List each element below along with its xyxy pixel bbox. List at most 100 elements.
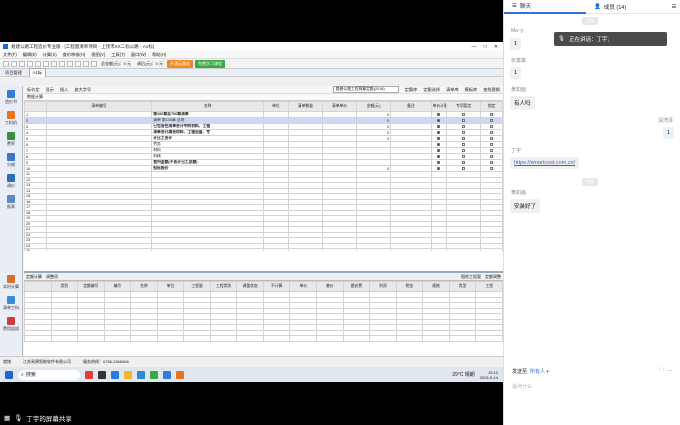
paste-icon[interactable] [67,60,73,67]
save-icon[interactable] [19,60,25,67]
quota-select-button[interactable]: 定额选择 [423,87,440,93]
empty-cell[interactable] [446,248,482,251]
header-code[interactable]: 清单编号 [45,101,153,112]
empty-cell[interactable] [262,248,289,251]
calc-checkbox[interactable] [437,136,441,140]
quota-cell[interactable] [395,335,424,342]
grid-icon[interactable]: ▦ [4,414,10,422]
lock-checkbox[interactable] [490,142,494,146]
calc-checkbox[interactable] [437,142,441,146]
quota-header[interactable]: 工程类别 [209,281,238,292]
quota-cell[interactable] [209,335,238,342]
nav-item-allocate[interactable]: 分摊 [7,153,15,168]
menu-tools[interactable]: 工具(T) [111,52,125,58]
nav-item-realtime-calc[interactable]: 实时计算 [3,275,19,290]
quota-cell[interactable] [289,335,318,342]
close-button[interactable]: ✕ [492,44,500,50]
calc-checkbox[interactable] [437,112,441,116]
empty-cell[interactable] [321,248,358,251]
calc-checkbox[interactable] [437,160,441,164]
copy-icon[interactable] [59,60,65,67]
quota-header[interactable]: 单位 [156,281,185,292]
send-to-select[interactable]: 所有人 ▾ [530,368,549,375]
quota-cell[interactable] [342,335,371,342]
quota-header[interactable]: 调整状态 [236,281,264,292]
empty-cell[interactable] [356,248,392,251]
chat-input[interactable]: 说点什么 [512,383,672,395]
lock-checkbox[interactable] [490,112,494,116]
quota-cell[interactable] [24,335,52,342]
taskbar-search[interactable]: ⌕ 搜索 [18,369,80,380]
empty-cell[interactable] [390,248,432,251]
quota-cell[interactable] [448,335,477,342]
clock[interactable]: 15:10 2024-5-14 [480,370,498,380]
special-checkbox[interactable] [462,112,466,116]
nav-item-fee-composition[interactable]: 费用组成 [3,317,19,332]
lock-checkbox[interactable] [490,124,494,128]
quota-row[interactable] [24,335,503,342]
quota-cell[interactable] [475,335,503,342]
open-icon[interactable] [11,60,17,67]
calc-checkbox[interactable] [437,154,441,158]
quota-cell[interactable] [422,335,450,342]
terminal-icon[interactable] [98,370,106,379]
menu-calc[interactable]: 计算(S) [43,52,57,58]
quota-header[interactable]: 工程量 [183,281,211,292]
quota-header[interactable]: 类型 [448,281,477,292]
tab-data-calc[interactable]: 数据计算 [27,94,43,100]
message-link[interactable]: https://smartcost.com.cn/ [510,157,580,169]
special-checkbox[interactable] [462,166,466,170]
calc-checkbox[interactable] [437,130,441,134]
special-checkbox[interactable] [462,154,466,158]
display-button[interactable]: 显示 [46,87,54,93]
redo-icon[interactable] [43,60,49,67]
special-checkbox[interactable] [462,148,466,152]
meeting-icon[interactable] [163,370,171,379]
header-price[interactable]: 清单单价 [321,101,358,112]
menu-audit[interactable]: 查价审核(H) [63,52,86,58]
folder-icon[interactable] [124,370,132,379]
template-library-button[interactable]: 模板库 [465,87,478,93]
start-icon[interactable] [5,370,13,379]
header-calc[interactable]: 单价计算 [430,101,448,112]
calc-icon[interactable] [75,60,81,67]
new-icon[interactable] [3,60,9,67]
quota-header[interactable]: 单价 [289,281,318,292]
quota-header[interactable]: 名称 [130,281,158,292]
menu-file[interactable]: 文件(F) [3,52,17,58]
lock-checkbox[interactable] [490,166,494,170]
nav-item-adjust[interactable]: 调价 [7,174,15,189]
quota-header[interactable]: 编号 [103,281,132,292]
lock-checkbox[interactable] [490,130,494,134]
quota-header[interactable]: 工程 [475,281,503,292]
wechat-icon[interactable] [150,370,158,379]
empty-cell[interactable] [287,248,323,251]
tab-a1[interactable]: A1标 [28,68,47,77]
nav-item-cost-book[interactable]: 造价书 [5,90,17,105]
bill-library-button[interactable]: 清单库 [446,87,459,93]
special-checkbox[interactable] [462,130,466,134]
zoom-icon[interactable] [83,60,89,67]
calc-checkbox[interactable] [437,124,441,128]
menu-help[interactable]: 帮助(H) [152,52,166,58]
quota-header[interactable]: 不计算 [262,281,291,292]
tab-chat[interactable]: ☰ 聊天 [504,0,586,14]
tab-quota-adjust[interactable]: 定额调整 [485,274,501,280]
quota-cell[interactable] [369,335,397,342]
quota-library-select[interactable]: 路基公路工程预算定额(2018) [332,86,399,93]
header-note[interactable]: 备注 [390,101,432,112]
special-checkbox[interactable] [462,124,466,128]
quota-cell[interactable] [316,335,344,342]
tab-members[interactable]: 👤 成员 (14) [586,3,668,11]
quota-cell[interactable] [130,335,158,342]
quota-header[interactable]: 税金 [395,281,424,292]
pricing-button[interactable]: 标价定 [27,87,40,93]
header-special[interactable]: 专项暂定 [446,101,482,112]
quota-header[interactable]: 基价 [316,281,344,292]
nav-item-labor-material[interactable]: 工料机 [5,111,17,126]
store-icon[interactable] [137,370,145,379]
calc-checkbox[interactable] [437,118,441,122]
header-lock[interactable]: 锁定 [480,101,503,112]
enlarge-font-button[interactable]: 放大字号 [74,87,91,93]
folder-icon[interactable]: 🗀 [659,367,664,375]
